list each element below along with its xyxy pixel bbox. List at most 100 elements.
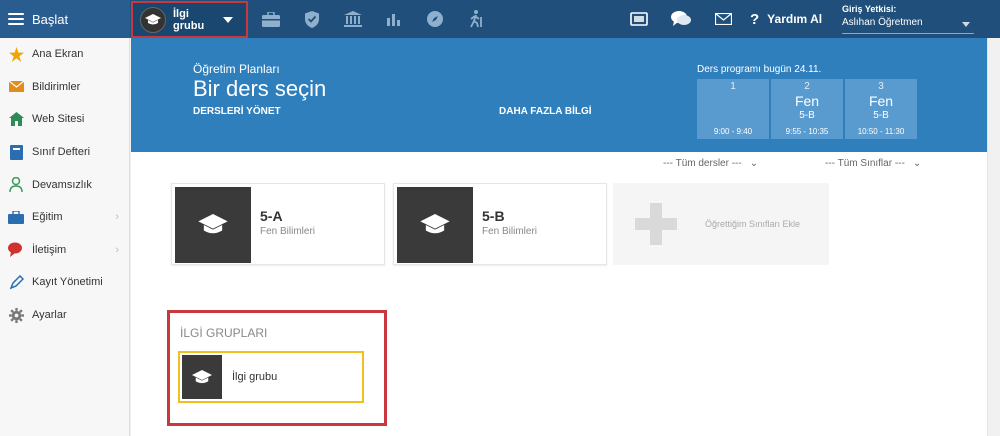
chevron-right-icon: › [115, 243, 119, 256]
group-switcher[interactable]: İlgi grubu [131, 1, 248, 38]
slot-number: 2 [804, 81, 810, 92]
question-icon: ? [750, 10, 760, 28]
login-role-title: Giriş Yetkisi: [842, 4, 897, 14]
course-card[interactable]: 5-A Fen Bilimleri [171, 183, 385, 265]
home-icon [8, 111, 24, 127]
more-info-link[interactable]: DAHA FAZLA BİLGİ [499, 106, 592, 117]
education-icon [8, 209, 24, 225]
lessons-filter-value: --- Tüm dersler --- [663, 158, 742, 169]
interest-groups-title: İLGİ GRUPLARI [180, 326, 268, 340]
top-bar: Başlat İlgi grubu ? Yardım Al Giriş Yetk… [0, 0, 1000, 38]
slot-time: 10:50 - 11:30 [857, 127, 905, 136]
course-card[interactable]: 5-B Fen Bilimleri [393, 183, 607, 265]
help-button[interactable]: ? Yardım Al [744, 0, 832, 38]
schedule-slot[interactable]: 3 Fen 5-B 10:50 - 11:30 [845, 79, 917, 139]
sidebar-item-label: Devamsızlık [32, 178, 92, 191]
start-label: Başlat [32, 11, 69, 27]
sidebar-item-label: Ayarlar [32, 309, 67, 322]
banner-subtitle: Öğretim Planları [193, 62, 280, 76]
filter-bar: --- Tüm dersler --- ⌄ --- Tüm Sınıflar -… [131, 158, 941, 174]
scrollbar[interactable] [987, 38, 1000, 436]
sidebar-item-label: Eğitim [32, 211, 63, 224]
slot-subject: Fen [794, 93, 820, 109]
star-icon [8, 46, 24, 62]
page-title: Bir ders seçin [193, 76, 327, 101]
classes-filter-select[interactable]: --- Tüm Sınıflar --- ⌄ [825, 158, 921, 169]
help-label: Yardım Al [767, 12, 823, 26]
interest-group-name: İlgi grubu [232, 371, 278, 383]
schedule-slot[interactable]: 1 9:00 - 9:40 [697, 79, 769, 139]
sidebar-item-label: Ana Ekran [32, 48, 84, 61]
sidebar: Ana Ekran Bildirimler Web Sitesi Sınıf D… [0, 38, 130, 436]
gear-icon [8, 307, 24, 323]
sidebar-item-registration[interactable]: Kayıt Yönetimi [0, 266, 129, 299]
sidebar-item-class-book[interactable]: Sınıf Defteri [0, 136, 129, 169]
caret-down-icon [223, 16, 233, 23]
sidebar-item-home[interactable]: Ana Ekran [0, 38, 129, 71]
briefcase-icon[interactable] [250, 0, 291, 38]
book-icon [8, 144, 24, 160]
sidebar-item-notifications[interactable]: Bildirimler [0, 71, 129, 104]
course-subject: Fen Bilimleri [482, 226, 538, 237]
slot-number: 1 [730, 81, 736, 92]
module-nav [250, 0, 496, 38]
shield-icon[interactable] [291, 0, 332, 38]
chat-icon[interactable] [660, 0, 702, 38]
graduation-cap-icon [182, 355, 222, 399]
envelope-icon [8, 79, 24, 95]
group-switcher-label: İlgi grubu [173, 7, 205, 32]
interest-groups-section: İLGİ GRUPLARI İlgi grubu [167, 310, 387, 426]
compass-icon[interactable] [414, 0, 455, 38]
institution-icon[interactable] [332, 0, 373, 38]
add-class-label: Öğrettiğim Sınıfları Ekle [705, 219, 801, 229]
manage-lessons-link[interactable]: DERSLERİ YÖNET [193, 106, 281, 117]
login-role-selector[interactable]: Giriş Yetkisi: Aslıhan Öğretmen [842, 4, 974, 34]
course-name: 5-A [260, 208, 283, 224]
sidebar-item-website[interactable]: Web Sitesi [0, 103, 129, 136]
add-class-card[interactable]: Öğrettiğim Sınıfları Ekle [613, 183, 829, 265]
sidebar-item-label: Sınıf Defteri [32, 146, 91, 159]
course-name: 5-B [482, 208, 505, 224]
pen-icon [8, 274, 24, 290]
person-icon [8, 177, 24, 193]
graduation-cap-icon [175, 187, 251, 263]
cast-icon[interactable] [618, 0, 660, 38]
schedule-caption: Ders programı bugün 24.11. [697, 64, 822, 75]
bar-chart-icon[interactable] [373, 0, 414, 38]
sidebar-item-label: Web Sitesi [32, 113, 85, 126]
toolbar-right: ? Yardım Al [618, 0, 832, 38]
graduation-cap-icon [140, 6, 166, 33]
lesson-plan-banner: Öğretim Planları Bir ders seçin DERSLERİ… [131, 38, 987, 152]
lessons-filter-select[interactable]: --- Tüm dersler --- ⌄ [663, 158, 758, 169]
slot-class: 5-B [873, 110, 889, 121]
graduation-cap-icon [397, 187, 473, 263]
sidebar-item-label: İletişim [32, 243, 67, 256]
login-role-user: Aslıhan Öğretmen [842, 17, 923, 28]
sidebar-item-education[interactable]: Eğitim › [0, 201, 129, 234]
interest-group-card[interactable]: İlgi grubu [178, 351, 364, 403]
speech-icon [8, 242, 24, 258]
slot-time: 9:55 - 10:35 [785, 127, 829, 136]
course-subject: Fen Bilimleri [260, 226, 316, 237]
chevron-right-icon: › [115, 211, 119, 224]
hiking-icon[interactable] [455, 0, 496, 38]
chevron-down-icon: ⌄ [749, 158, 759, 169]
slot-class: 5-B [799, 110, 815, 121]
classes-filter-value: --- Tüm Sınıflar --- [825, 158, 905, 169]
hamburger-icon [8, 13, 24, 25]
plus-icon [635, 203, 677, 245]
mail-icon[interactable] [702, 0, 744, 38]
schedule-slot[interactable]: 2 Fen 5-B 9:55 - 10:35 [771, 79, 843, 139]
slot-time: 9:00 - 9:40 [713, 127, 753, 136]
main-content: --- Tüm dersler --- ⌄ --- Tüm Sınıflar -… [131, 152, 987, 436]
sidebar-item-label: Bildirimler [32, 80, 81, 93]
sidebar-item-communication[interactable]: İletişim › [0, 234, 129, 267]
chevron-down-icon: ⌄ [912, 158, 922, 169]
slot-number: 3 [878, 81, 884, 92]
sidebar-item-label: Kayıt Yönetimi [32, 276, 103, 289]
start-menu-button[interactable]: Başlat [0, 0, 130, 38]
sidebar-item-settings[interactable]: Ayarlar [0, 299, 129, 332]
caret-down-icon [962, 22, 970, 27]
sidebar-item-attendance[interactable]: Devamsızlık [0, 168, 129, 201]
slot-subject: Fen [868, 93, 894, 109]
